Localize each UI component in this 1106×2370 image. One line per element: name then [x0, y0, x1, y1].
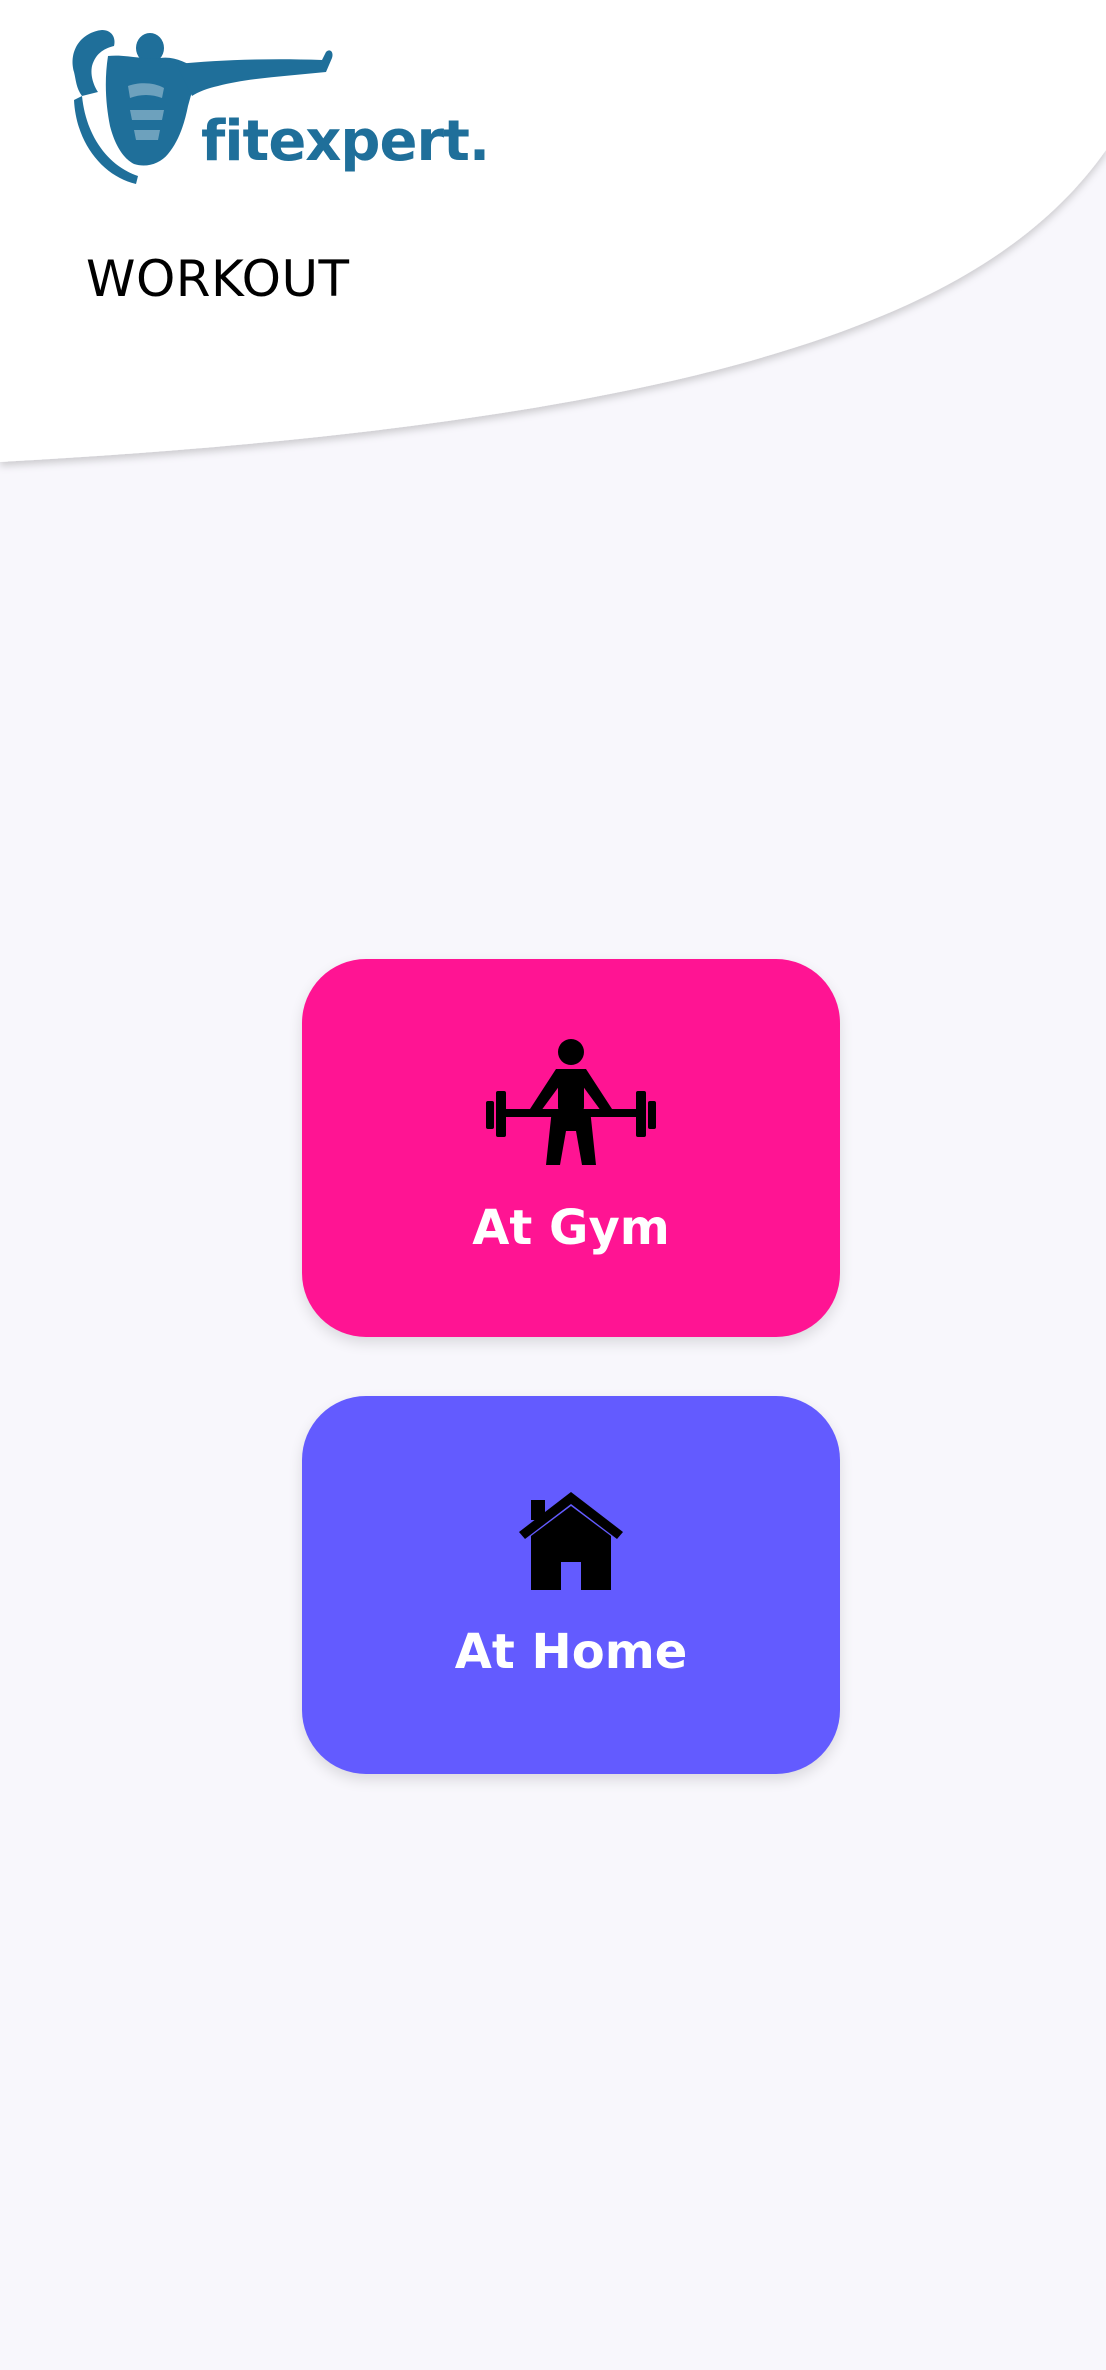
weightlifting-icon — [486, 1039, 656, 1169]
at-gym-label: At Gym — [472, 1200, 670, 1256]
house-icon — [519, 1492, 623, 1590]
at-home-label: At Home — [454, 1624, 688, 1680]
at-home-button[interactable]: At Home — [302, 1396, 840, 1774]
at-gym-button[interactable]: At Gym — [302, 959, 840, 1337]
brand-wordmark: fitexpert. — [201, 109, 490, 174]
fitexpert-logo: fitexpert. — [68, 26, 490, 186]
page-title: WORKOUT — [86, 250, 350, 308]
